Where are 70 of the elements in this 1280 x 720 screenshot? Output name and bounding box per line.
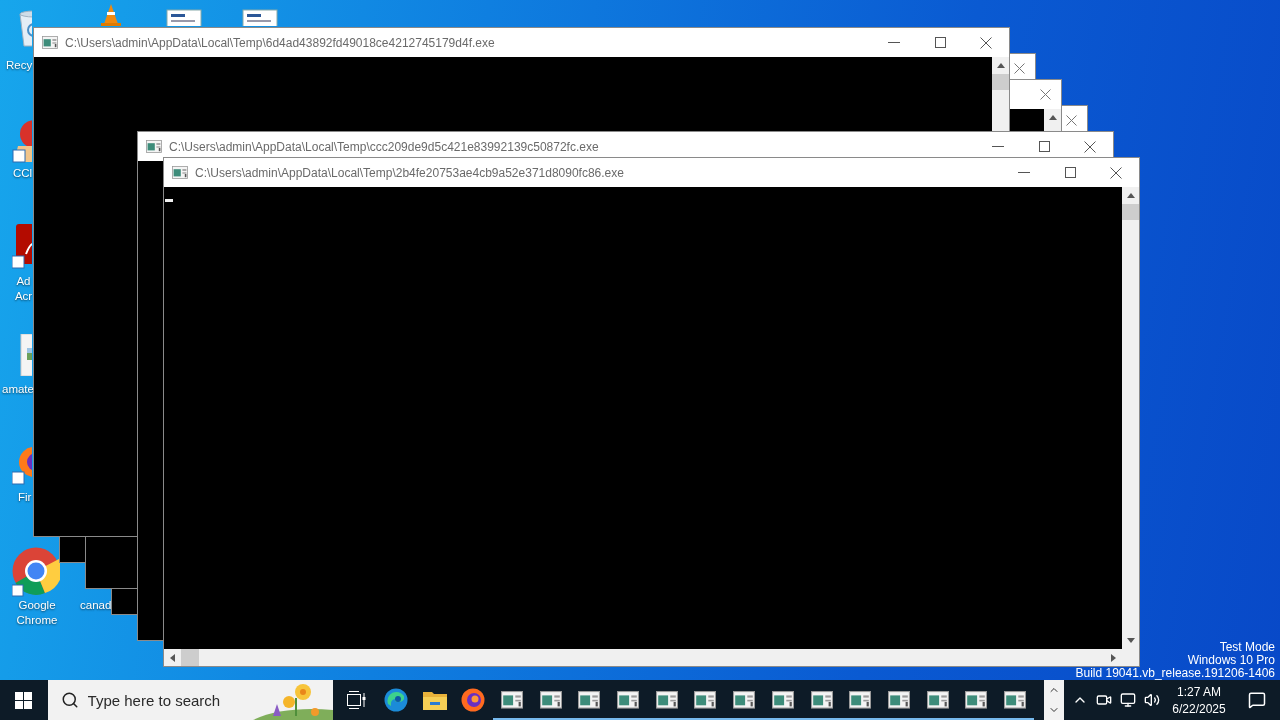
console-icon [733,691,756,709]
maximize-icon [934,37,946,48]
document-icon[interactable] [241,8,279,26]
speaker-icon [1144,692,1161,708]
console-icon [578,691,601,709]
console-icon [146,140,162,153]
console-icon [539,691,562,709]
clock-time: 1:27 AM [1177,684,1222,699]
monitor-icon [1120,692,1137,708]
firefox-icon [461,688,486,712]
system-info-text: Build 19041.vb_release.191206-1406 [1075,667,1275,680]
right-arrow-icon [1111,653,1116,662]
acrobat-icon[interactable] [12,224,32,270]
desktop-icon-label[interactable]: Ad Acr [14,274,33,304]
console-icon [655,691,678,709]
console-icon [771,691,794,709]
close-icon[interactable] [1014,63,1025,74]
console-icon [965,691,988,709]
desktop-icon-label[interactable]: CCl [13,166,33,181]
close-icon[interactable] [1040,89,1051,100]
desktop-icon-label[interactable]: Google Chrome [7,598,67,628]
close-icon [980,36,992,49]
clock[interactable]: 1:27 AM 6/22/2025 [1164,684,1235,716]
search-icon [60,691,79,709]
taskbar-scroll-control[interactable] [1044,680,1065,720]
window-title: C:\Users\admin\AppData\Local\Temp\ccc209de9d5c421e83992139c50872fc.exe [169,139,599,154]
console-icon [694,691,717,709]
system-info-text: Test Mode [1219,641,1275,654]
console-icon [1003,691,1026,709]
minimize-icon [992,145,1004,148]
windows-logo-icon [15,691,33,709]
scroll-thumb[interactable] [181,649,199,666]
search-field[interactable]: Type here to search [47,680,334,720]
console-icon [810,691,833,709]
console-icon [42,36,58,49]
desktop-icon-label[interactable]: Recy [6,58,33,73]
window-title: C:\Users\admin\AppData\Local\Temp\6d4ad43892fd49018ce4212745179d4f.exe [65,35,495,50]
console-icon [849,691,872,709]
task-view-icon [347,691,368,709]
close-icon[interactable] [1066,115,1077,126]
console-icon [926,691,949,709]
window-title: C:\Users\admin\AppData\Local\Temp\2b4fe20753ae4cb9a52e371d8090fc86.exe [195,165,624,180]
scroll-thumb[interactable] [992,74,1009,90]
console-icon [172,166,188,179]
minimize-icon [888,41,900,44]
console-icon [617,691,640,709]
folder-icon [422,690,447,710]
scroll-thumb[interactable] [1122,204,1139,220]
left-arrow-icon [170,653,175,662]
console-icon [501,691,524,709]
message-icon [1248,691,1267,709]
clock-date: 6/22/2025 [1172,701,1226,716]
camera-icon [1096,692,1113,708]
document-icon[interactable] [165,8,203,26]
system-info-text: Windows 10 Pro [1187,654,1275,667]
close-icon [1110,166,1122,179]
minimize-icon [1018,171,1030,174]
console-icon [887,691,910,709]
up-arrow-icon [1126,193,1135,198]
desktop-icon-label[interactable]: canad [80,598,112,613]
close-icon [1084,140,1096,153]
maximize-icon [1038,141,1050,152]
edge-icon [384,688,409,712]
up-arrow-icon [996,63,1005,68]
down-arrow-icon [1126,638,1135,643]
chrome-icon[interactable] [12,547,60,597]
maximize-icon [1064,167,1076,178]
desktop-icon-label[interactable]: Fir [18,490,32,505]
cone-icon[interactable] [100,4,122,26]
desktop-icon-label[interactable]: amate [2,382,34,397]
